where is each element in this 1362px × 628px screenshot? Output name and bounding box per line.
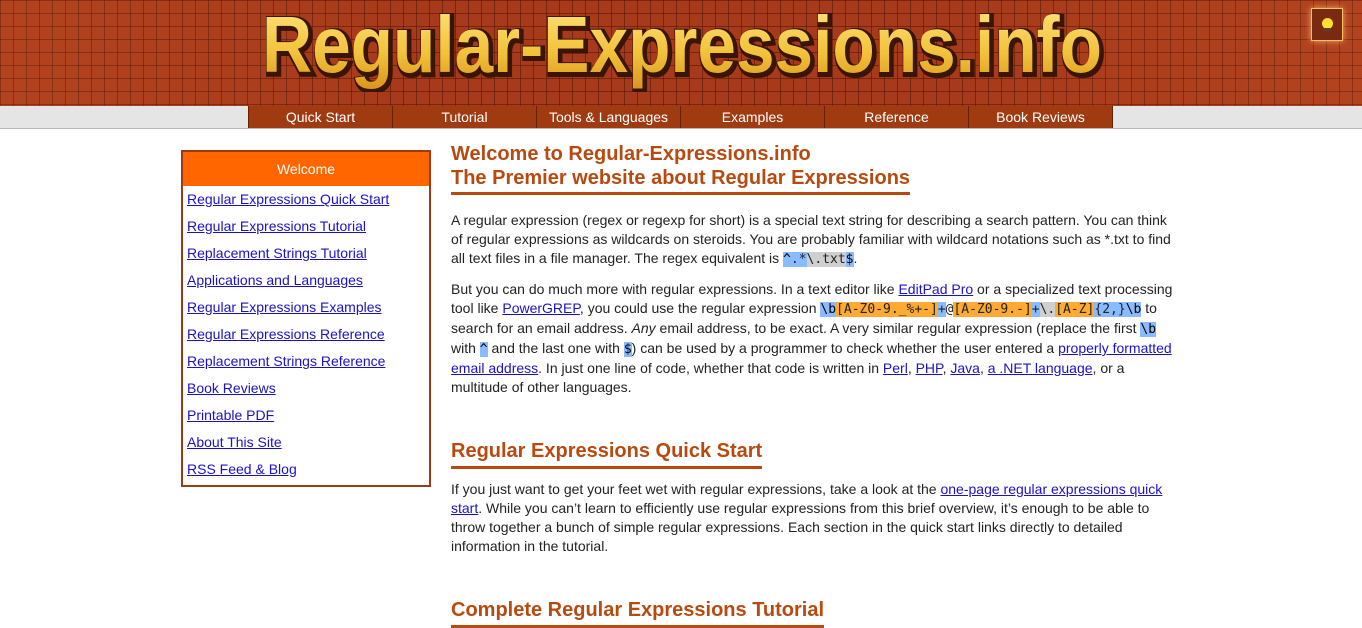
nav-tools-languages[interactable]: Tools & Languages [537,106,681,128]
sidebar-link-quick-start[interactable]: Regular Expressions Quick Start [187,191,389,207]
email-regex: \b[A-Z0-9._%+-]+@[A-Z0-9.-]+\.[A-Z]{2,}\… [820,302,1142,317]
sidebar-link-replacement-tutorial[interactable]: Replacement Strings Tutorial [187,245,367,261]
nav-quick-start[interactable]: Quick Start [248,106,393,128]
main-nav: Quick Start Tutorial Tools & Languages E… [248,106,1113,128]
sidebar-link-tutorial[interactable]: Regular Expressions Tutorial [187,218,366,234]
link-perl[interactable]: Perl [883,360,908,376]
site-banner: Regular-Expressions.info Regular-Express… [0,0,1362,106]
main-content: Welcome to Regular-Expressions.info The P… [451,142,1177,628]
link-php[interactable]: PHP [916,360,943,376]
regex-token: $ [623,342,632,357]
nav-reference[interactable]: Reference [825,106,969,128]
quickstart-heading: Regular Expressions Quick Start [451,439,763,469]
sidebar-heading: Welcome [183,152,429,186]
regex-token: \b [1140,322,1157,337]
svg-text:Regular-Expressions.info: Regular-Expressions.info [262,0,1102,89]
regex-token: $ [845,252,854,267]
lightbulb-icon[interactable] [1311,8,1343,41]
regex-token: ^ [479,342,488,357]
regex-token: .* [790,252,807,267]
sidebar-link-applications[interactable]: Applications and Languages [187,272,363,288]
sidebar-links: Regular Expressions Quick Start Regular … [183,186,429,487]
tutorial-heading: Complete Regular Expressions Tutorial [451,598,825,628]
quickstart-paragraph: If you just want to get your feet wet wi… [451,481,1163,554]
regex-token: \.txt [806,252,846,267]
page-title: Welcome to Regular-Expressions.info The P… [451,142,911,195]
sidebar-link-rss[interactable]: RSS Feed & Blog [187,461,297,477]
link-powergrep[interactable]: PowerGREP [502,300,580,316]
sidebar-link-book-reviews[interactable]: Book Reviews [187,380,276,396]
link-dotnet[interactable]: a .NET language [988,360,1093,376]
sidebar-link-printable-pdf[interactable]: Printable PDF [187,407,274,423]
nav-tutorial[interactable]: Tutorial [393,106,537,128]
email-paragraph: But you can do much more with regular ex… [451,281,1173,395]
sidebar: Welcome Regular Expressions Quick Start … [181,150,431,487]
sidebar-link-replacement-reference[interactable]: Replacement Strings Reference [187,353,385,369]
site-logo[interactable]: Regular-Expressions.info Regular-Express… [252,0,1112,92]
nav-examples[interactable]: Examples [681,106,825,128]
link-java[interactable]: Java [950,360,980,376]
sidebar-link-examples[interactable]: Regular Expressions Examples [187,299,382,315]
regex-token: ^ [783,252,791,267]
nav-book-reviews[interactable]: Book Reviews [969,106,1113,128]
sidebar-link-about[interactable]: About This Site [187,434,282,450]
link-editpad-pro[interactable]: EditPad Pro [898,281,973,297]
intro-paragraph: A regular expression (regex or regexp fo… [451,212,1171,267]
sidebar-link-reference[interactable]: Regular Expressions Reference [187,326,385,342]
